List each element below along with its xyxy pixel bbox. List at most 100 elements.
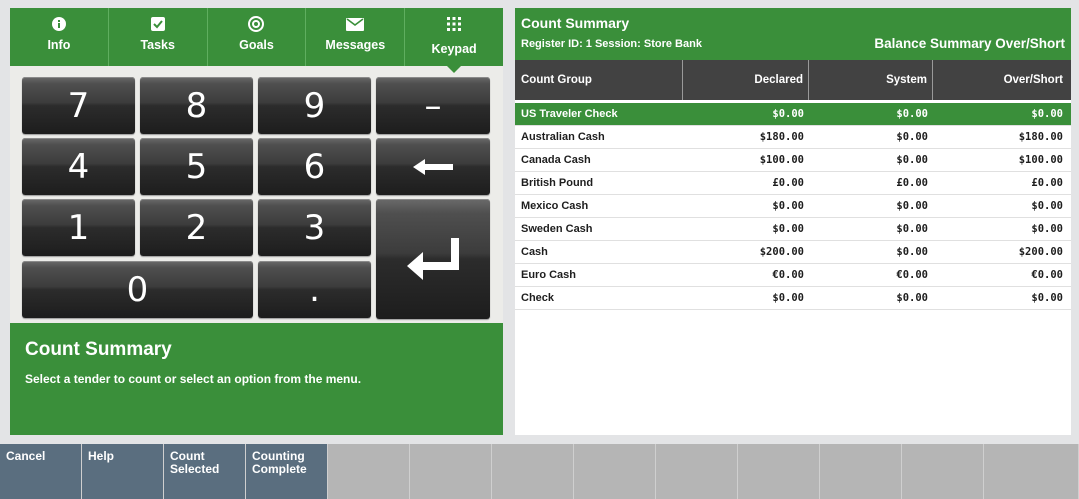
tab-tasks-label: Tasks [140,38,175,52]
col-declared: Declared [683,60,809,100]
table-row[interactable]: Cash $200.00 $0.00 $200.00 [515,241,1071,264]
key-4[interactable]: 4 [22,138,135,195]
cell-over-short: £0.00 [1031,177,1063,189]
count-selected-button-label: Count Selected [170,449,220,476]
backspace-arrow-icon [413,158,453,175]
empty-function-slot [738,444,820,499]
cancel-button[interactable]: Cancel [0,444,82,499]
cell-system: $0.00 [896,154,928,166]
cell-system: $0.00 [896,292,928,304]
cell-count-group: Australian Cash [521,131,605,143]
cell-count-group: US Traveler Check [521,108,618,120]
cell-count-group: Mexico Cash [521,200,589,212]
cell-declared: $200.00 [759,246,804,258]
tab-messages[interactable]: Messages [306,8,406,66]
key-7-label: 7 [67,85,90,126]
empty-function-slot [820,444,902,499]
info-icon [10,16,108,32]
col-system: System [809,60,933,100]
cell-system: $0.00 [896,108,928,120]
cell-system: $0.00 [896,246,928,258]
tab-tasks[interactable]: Tasks [109,8,208,66]
key-7[interactable]: 7 [22,77,135,134]
cell-declared: $0.00 [772,200,804,212]
cell-declared: $100.00 [759,154,804,166]
empty-function-slot [574,444,656,499]
cell-over-short: $200.00 [1018,246,1063,258]
table-row[interactable]: British Pound £0.00 £0.00 £0.00 [515,172,1071,195]
cell-over-short: $0.00 [1031,108,1063,120]
cell-declared: $0.00 [772,292,804,304]
key-8-label: 8 [185,85,208,126]
key-8[interactable]: 8 [140,77,253,134]
key-decimal-label: . [309,269,320,310]
table-row[interactable]: Mexico Cash $0.00 $0.00 $0.00 [515,195,1071,218]
key-5[interactable]: 5 [140,138,253,195]
cell-over-short: $180.00 [1018,131,1063,143]
cell-count-group: Sweden Cash [521,223,593,235]
prompt-title: Count Summary [25,339,172,360]
empty-function-slot [410,444,492,499]
tab-goals[interactable]: Goals [208,8,307,66]
cell-declared: $0.00 [772,223,804,235]
cell-system: $0.00 [896,200,928,212]
prompt-panel: Count Summary Select a tender to count o… [10,323,503,435]
enter-key[interactable] [376,199,490,319]
key-minus[interactable]: – [376,77,490,134]
cell-declared: $180.00 [759,131,804,143]
backspace-key[interactable] [376,138,490,195]
tab-info[interactable]: Info [10,8,109,66]
empty-function-slot [902,444,984,499]
table-row[interactable]: Euro Cash €0.00 €0.00 €0.00 [515,264,1071,287]
prompt-body: Select a tender to count or select an op… [25,372,362,386]
balance-summary-title: Balance Summary Over/Short [874,36,1065,51]
cell-over-short: €0.00 [1031,269,1063,281]
key-3[interactable]: 3 [258,199,371,256]
empty-function-slot [984,444,1079,499]
empty-function-slot [656,444,738,499]
cell-count-group: British Pound [521,177,594,189]
count-selected-button[interactable]: Count Selected [164,444,246,499]
key-9-label: 9 [303,85,326,126]
key-6-label: 6 [303,146,326,187]
table-header: Count Group Declared System Over/Short [515,60,1071,100]
key-0-label: 0 [126,269,149,310]
cell-count-group: Canada Cash [521,154,591,166]
col-count-group: Count Group [515,60,683,100]
cell-over-short: $100.00 [1018,154,1063,166]
key-6[interactable]: 6 [258,138,371,195]
cell-over-short: $0.00 [1031,200,1063,212]
help-button-label: Help [88,449,115,463]
tab-goals-label: Goals [239,38,274,52]
table-row-selected[interactable]: US Traveler Check $0.00 $0.00 $0.00 [515,103,1071,126]
table-row[interactable]: Check $0.00 $0.00 $0.00 [515,287,1071,310]
table-row[interactable]: Sweden Cash $0.00 $0.00 $0.00 [515,218,1071,241]
check-icon [109,16,207,32]
col-over-short: Over/Short [1003,74,1063,86]
function-bar: Cancel Help Count Selected Counting Comp… [0,444,1079,499]
cell-system: £0.00 [896,177,928,189]
nav-bar: Info Tasks Goals Messages Keypad [10,8,503,73]
target-icon [208,16,306,32]
key-1[interactable]: 1 [22,199,135,256]
key-2[interactable]: 2 [140,199,253,256]
cell-count-group: Euro Cash [521,269,577,281]
key-9[interactable]: 9 [258,77,371,134]
tab-messages-label: Messages [325,38,386,52]
key-0[interactable]: 0 [22,261,253,318]
key-2-label: 2 [185,207,208,248]
key-decimal[interactable]: . [258,261,371,318]
summary-panel: Count Summary Register ID: 1 Session: St… [515,8,1071,435]
table-row[interactable]: Canada Cash $100.00 $0.00 $100.00 [515,149,1071,172]
key-1-label: 1 [67,207,90,248]
key-3-label: 3 [303,207,326,248]
tab-keypad-label: Keypad [431,42,477,56]
summary-title: Count Summary [521,15,630,31]
counting-complete-button[interactable]: Counting Complete [246,444,328,499]
help-button[interactable]: Help [82,444,164,499]
cell-declared: $0.00 [772,108,804,120]
cell-system: €0.00 [896,269,928,281]
table-row[interactable]: Australian Cash $180.00 $0.00 $180.00 [515,126,1071,149]
tab-keypad[interactable]: Keypad [405,8,503,73]
empty-function-slot [492,444,574,499]
